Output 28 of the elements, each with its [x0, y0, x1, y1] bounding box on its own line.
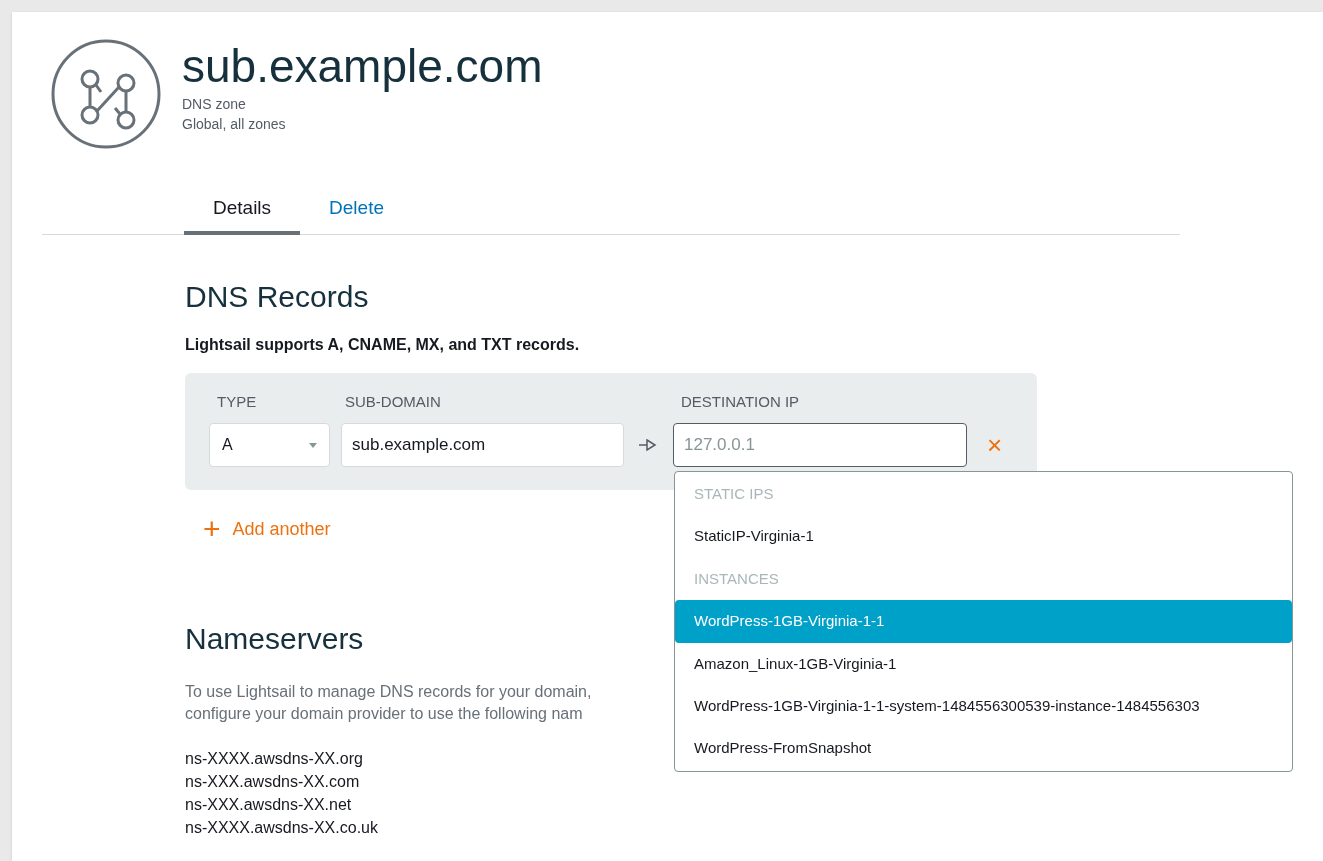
subdomain-field[interactable]: sub.example.com [341, 423, 624, 467]
column-label: TYPE [216, 391, 258, 412]
nameserver-text: ns-XXX.awsdns-XX.net [185, 794, 352, 815]
dropdown-option[interactable]: WordPress-FromSnapshot [675, 727, 1292, 770]
nameserver-text: ns-XXXX.awsdns-XX.org [185, 748, 363, 769]
group-header: STATIC IPS [693, 483, 775, 504]
arrow-icon [639, 439, 657, 451]
section-heading: Nameservers [185, 620, 364, 657]
nameserver-text: ns-XXXX.awsdns-XX.co.uk [185, 817, 378, 838]
tab[interactable]: Details [184, 194, 301, 235]
group-header: INSTANCES [693, 568, 780, 589]
dropdown-option[interactable]: StaticIP-Virginia-1 [675, 515, 1292, 558]
nameserver-text: ns-XXX.awsdns-XX.com [185, 771, 360, 792]
caret-icon [309, 442, 317, 448]
region-text: Global, all zones [182, 115, 287, 134]
resource-type: DNS zone [182, 95, 247, 114]
page-title: sub.example.com [182, 40, 543, 92]
nameservers-description: To use Lightsail to manage DNS records for your domain, configure your domain provider to use the following nam [185, 681, 592, 724]
network-icon [50, 38, 162, 150]
tab[interactable]: Delete [310, 194, 403, 235]
dropdown-option[interactable]: Amazon_Linux-1GB-Virginia-1 [675, 642, 1292, 686]
records-note: Lightsail supports A, CNAME, MX, and TXT records. [185, 334, 581, 355]
dropdown-option[interactable]: WordPress-1GB-Virginia-1-1-system-1484556300539-instance-1484556303 [675, 685, 1292, 728]
column-label: SUB-DOMAIN [344, 391, 442, 412]
destination-ip-field[interactable]: 127.0.0.1 [673, 423, 967, 467]
section-heading: DNS Records [185, 278, 370, 315]
column-label: DESTINATION IP [681, 391, 800, 412]
type-select[interactable]: A [209, 423, 330, 467]
